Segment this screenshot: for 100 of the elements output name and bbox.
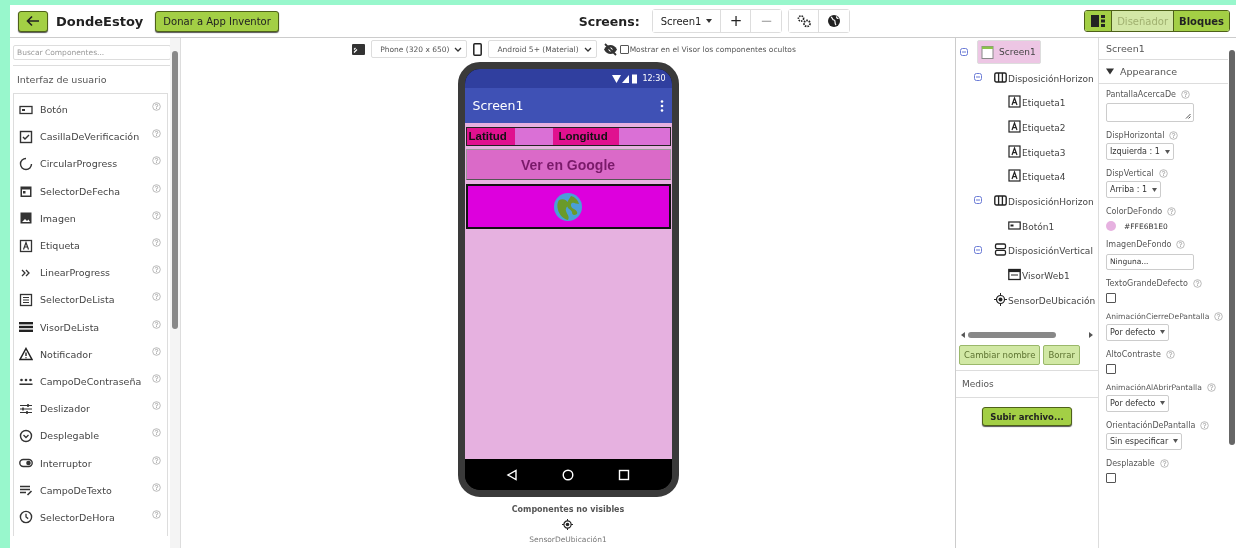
help-icon[interactable] xyxy=(152,129,161,139)
palette-item[interactable]: SelectorDeFecha xyxy=(14,177,167,205)
help-icon[interactable] xyxy=(152,102,161,112)
help-icon[interactable] xyxy=(1169,131,1179,140)
help-icon[interactable] xyxy=(1214,311,1224,321)
property-name: ImagenDeFondo xyxy=(1106,240,1172,249)
help-icon[interactable] xyxy=(152,210,161,220)
property-checkbox[interactable] xyxy=(1106,292,1116,303)
palette-item[interactable]: Botón xyxy=(14,96,167,124)
help-icon[interactable] xyxy=(152,156,161,166)
help-icon[interactable] xyxy=(152,428,161,438)
palette-scrollbar[interactable] xyxy=(170,38,180,548)
palette-item[interactable]: Desplegable xyxy=(14,422,167,450)
tree-item[interactable]: DisposiciónVertical xyxy=(991,241,1097,259)
tree-item[interactable]: SensorDeUbicación xyxy=(991,290,1098,308)
palette-item[interactable]: SelectorDeLista xyxy=(14,286,167,314)
help-icon[interactable] xyxy=(152,373,161,383)
palette-item[interactable]: Notificador xyxy=(14,340,167,368)
collapse-toggle-icon[interactable] xyxy=(974,245,982,254)
property-name: AltoContraste xyxy=(1106,349,1161,359)
location-sensor-icon[interactable] xyxy=(562,519,574,530)
chevron-down-icon xyxy=(454,46,463,52)
palette-item[interactable]: CampoDeTexto xyxy=(14,476,167,504)
tree-item[interactable]: VisorWeb1 xyxy=(1005,266,1074,284)
text-area[interactable] xyxy=(1106,103,1194,122)
tree-item[interactable]: Etiqueta2 xyxy=(1005,117,1070,135)
recents-nav-icon[interactable] xyxy=(617,468,630,481)
scroll-right-icon[interactable] xyxy=(1089,332,1093,338)
back-button[interactable] xyxy=(18,10,48,32)
show-hidden-checkbox[interactable] xyxy=(619,44,629,54)
help-icon[interactable] xyxy=(1176,240,1186,249)
property-dropdown[interactable]: Arriba : 1 xyxy=(1106,181,1161,198)
property-checkbox[interactable] xyxy=(1106,472,1116,483)
panel-toggle-button[interactable] xyxy=(1085,11,1113,31)
scroll-left-icon[interactable] xyxy=(961,332,965,338)
help-icon[interactable] xyxy=(1192,278,1202,288)
back-nav-icon[interactable] xyxy=(506,468,519,481)
help-icon[interactable] xyxy=(152,238,161,248)
help-icon[interactable] xyxy=(152,292,161,302)
help-icon[interactable] xyxy=(1200,420,1210,430)
caret-icon xyxy=(1160,330,1166,334)
collapse-toggle-icon[interactable] xyxy=(974,196,982,205)
tree-item[interactable]: Etiqueta4 xyxy=(1005,167,1070,185)
palette-item[interactable]: Deslizador xyxy=(14,395,167,423)
slider-component-icon xyxy=(19,401,33,416)
help-icon[interactable] xyxy=(152,455,161,465)
tree-item[interactable]: DisposiciónHorizon xyxy=(991,191,1098,209)
home-nav-icon[interactable] xyxy=(562,468,574,481)
tree-item[interactable]: Screen1 xyxy=(977,40,1041,65)
collapse-toggle-icon[interactable] xyxy=(974,73,982,82)
palette-item[interactable]: CasillaDeVerificación xyxy=(14,123,167,151)
caret-icon xyxy=(1164,149,1170,154)
overflow-menu-icon[interactable] xyxy=(659,99,664,112)
property-dropdown[interactable]: Por defecto xyxy=(1106,394,1170,412)
help-icon[interactable] xyxy=(1181,90,1190,99)
upload-button[interactable]: Subir archivo... xyxy=(982,407,1072,426)
tablet-icon xyxy=(352,43,366,55)
help-icon[interactable] xyxy=(1159,458,1169,468)
property-name: DispHorizontal xyxy=(1106,131,1165,140)
help-icon[interactable] xyxy=(152,482,161,492)
help-icon[interactable] xyxy=(1165,349,1175,359)
screen-dropdown[interactable]: Screen1 xyxy=(652,10,722,32)
mode-tab[interactable]: Bloques xyxy=(1173,11,1229,31)
palette-item[interactable]: CampoDeContraseña xyxy=(14,367,167,396)
help-icon[interactable] xyxy=(152,319,161,329)
property-dropdown[interactable]: Por defecto xyxy=(1106,323,1170,341)
resize-grip-icon[interactable] xyxy=(1185,113,1191,119)
help-icon[interactable] xyxy=(152,509,161,519)
property-dropdown[interactable]: Izquierda : 1 xyxy=(1106,143,1174,160)
palette-item[interactable]: VisorDeLista xyxy=(14,313,167,341)
spinner-component-icon xyxy=(19,156,33,171)
help-icon[interactable] xyxy=(1206,382,1216,392)
help-icon[interactable] xyxy=(152,183,161,193)
property-dropdown[interactable]: Sin especificar xyxy=(1106,432,1183,450)
palette-item[interactable]: Interruptor xyxy=(14,449,167,477)
image-component-icon xyxy=(19,211,33,226)
property-checkbox[interactable] xyxy=(1106,363,1116,374)
palette-item[interactable]: Imagen xyxy=(14,204,167,232)
tree-item[interactable]: Etiqueta3 xyxy=(1005,142,1070,160)
settings-button[interactable] xyxy=(789,10,820,32)
caret-icon xyxy=(1160,401,1166,405)
palette-item[interactable]: CircularProgress xyxy=(14,150,167,178)
chevron-down-icon xyxy=(583,46,592,52)
tree-item[interactable]: DisposiciónHorizon xyxy=(991,68,1098,86)
donate-button[interactable]: Donar a App Inventor xyxy=(155,10,279,32)
tree-item[interactable]: Etiqueta1 xyxy=(1005,93,1070,111)
palette-item[interactable]: Etiqueta xyxy=(14,231,167,260)
palette-item[interactable]: LinearProgress xyxy=(14,259,167,287)
app-title: Screen1 xyxy=(472,98,524,113)
help-icon[interactable] xyxy=(152,265,161,275)
palette-item[interactable]: SelectorDeHora xyxy=(14,503,167,531)
help-icon[interactable] xyxy=(1167,207,1177,216)
help-icon[interactable] xyxy=(152,401,161,411)
tree-item[interactable]: Botón1 xyxy=(1005,216,1059,234)
checkbox-component-icon xyxy=(19,129,33,144)
help-icon[interactable] xyxy=(1158,169,1168,178)
color-swatch[interactable] xyxy=(1106,221,1116,231)
collapse-toggle-icon[interactable] xyxy=(960,48,968,57)
help-icon[interactable] xyxy=(152,346,161,356)
app-label: Latitud xyxy=(466,128,515,145)
